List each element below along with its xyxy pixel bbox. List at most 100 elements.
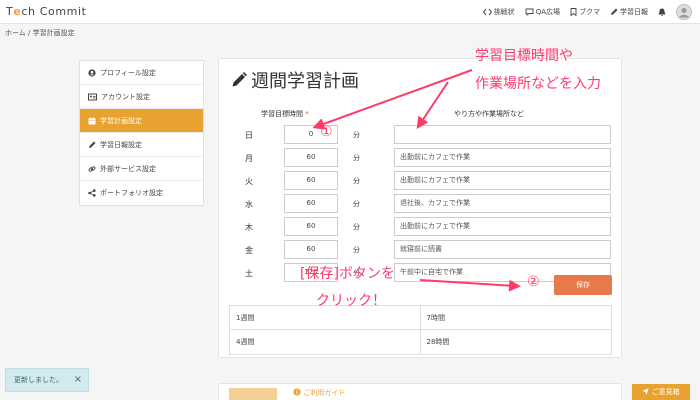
study-plan-card: 週間学習計画 学習目標時間 * やり方や作業場所など 日 0 分 月 60 分 … bbox=[218, 58, 622, 358]
code-icon bbox=[482, 8, 492, 16]
table-row: 1週間 7時間 bbox=[230, 306, 611, 330]
place-input[interactable] bbox=[394, 125, 611, 144]
hours-input[interactable]: 60 bbox=[284, 217, 338, 236]
annotation-save-line1: [保存]ボタンを bbox=[300, 266, 395, 282]
bookmark-icon bbox=[570, 8, 577, 16]
annotation-input-line2: 作業場所などを入力 bbox=[475, 76, 601, 92]
toast-notification: 更新しました。 × bbox=[5, 368, 89, 392]
user-icon bbox=[88, 68, 96, 77]
id-card-icon bbox=[88, 93, 97, 100]
settings-sidebar: プロフィール設定 アカウント設定 学習計画設定 学習日報設定 外部サービス設定 … bbox=[79, 60, 204, 206]
guide-title[interactable]: ご利用ガイド bbox=[293, 388, 345, 398]
nav-qa[interactable]: QA広場 bbox=[525, 4, 560, 20]
sidebar-item-label: 学習計画設定 bbox=[100, 116, 142, 125]
place-input[interactable]: 出勤前にカフェで作業 bbox=[394, 148, 611, 167]
nav-challenge-label: 挑戦状 bbox=[493, 8, 515, 16]
sidebar-item-profile[interactable]: プロフィール設定 bbox=[80, 61, 203, 85]
unit-label: 分 bbox=[353, 246, 360, 254]
pencil-icon bbox=[232, 72, 247, 87]
day-label: 火 bbox=[245, 177, 253, 186]
sidebar-item-label: ポートフォリオ設定 bbox=[100, 189, 163, 197]
sidebar-item-study-plan[interactable]: 学習計画設定 bbox=[80, 109, 203, 133]
nav-report[interactable]: 学習日報 bbox=[610, 4, 648, 20]
annotation-step-2: ② bbox=[527, 274, 540, 290]
plan-row-wednesday: 水 60 分 退社後、カフェで作業 bbox=[219, 194, 623, 214]
send-icon bbox=[642, 388, 650, 395]
unit-label: 分 bbox=[353, 200, 360, 208]
hours-input[interactable]: 60 bbox=[284, 171, 338, 190]
summary-total: 28時間 bbox=[426, 338, 450, 346]
nav-report-label: 学習日報 bbox=[620, 8, 648, 16]
table-row: 4週間 28時間 bbox=[230, 330, 611, 354]
page-title: 週間学習計画 bbox=[231, 67, 359, 93]
sidebar-item-label: 外部サービス設定 bbox=[100, 164, 156, 173]
plan-row-tuesday: 火 60 分 出勤前にカフェで作業 bbox=[219, 171, 623, 191]
feedback-button[interactable]: ご意見箱 bbox=[632, 384, 690, 400]
info-icon bbox=[293, 388, 301, 396]
plan-row-sunday: 日 0 分 bbox=[219, 125, 623, 145]
annotation-save-line2: クリック！ bbox=[316, 293, 386, 309]
place-input[interactable]: 就寝前に読書 bbox=[394, 240, 611, 259]
plan-row-thursday: 木 60 分 出勤前にカフェで作業 bbox=[219, 217, 623, 237]
nav-qa-label: QA広場 bbox=[535, 8, 560, 16]
guide-card: ご利用ガイド bbox=[218, 383, 622, 400]
pencil-icon bbox=[89, 141, 96, 148]
day-label: 日 bbox=[245, 131, 253, 140]
place-input[interactable]: 出勤前にカフェで作業 bbox=[394, 171, 611, 190]
sidebar-item-daily-report[interactable]: 学習日報設定 bbox=[80, 133, 203, 157]
nav-challenge[interactable]: 挑戦状 bbox=[482, 4, 515, 20]
hours-input[interactable]: 60 bbox=[284, 240, 338, 259]
guide-illustration bbox=[229, 388, 277, 400]
sidebar-item-label: プロフィール設定 bbox=[100, 68, 156, 77]
plan-row-monday: 月 60 分 出勤前にカフェで作業 bbox=[219, 148, 623, 168]
feedback-button-label: ご意見箱 bbox=[651, 388, 680, 396]
unit-label: 分 bbox=[353, 177, 360, 185]
day-label: 金 bbox=[245, 246, 253, 255]
column-header-hours: 学習目標時間 * bbox=[261, 109, 309, 119]
top-nav: 挑戦状 QA広場 ブクマ 学習日報 bbox=[473, 4, 692, 20]
nav-bookmark-label: ブクマ bbox=[579, 8, 600, 16]
sidebar-item-portfolio[interactable]: ポートフォリオ設定 bbox=[80, 181, 203, 205]
bell-icon bbox=[658, 8, 666, 16]
nav-bookmark[interactable]: ブクマ bbox=[570, 4, 600, 20]
sidebar-item-external-services[interactable]: 外部サービス設定 bbox=[80, 157, 203, 181]
day-label: 木 bbox=[245, 223, 253, 232]
day-label: 月 bbox=[245, 154, 253, 163]
pencil-icon bbox=[611, 8, 618, 15]
sidebar-item-account[interactable]: アカウント設定 bbox=[80, 85, 203, 109]
save-button[interactable]: 保存 bbox=[554, 275, 612, 295]
link-icon bbox=[88, 165, 96, 172]
place-input[interactable]: 退社後、カフェで作業 bbox=[394, 194, 611, 213]
column-header-place: やり方や作業場所など bbox=[454, 110, 524, 118]
logo[interactable]: Tech Commit bbox=[6, 5, 87, 18]
top-navbar: Tech Commit 挑戦状 QA広場 ブクマ 学習日報 bbox=[0, 0, 700, 24]
chat-icon bbox=[525, 8, 534, 16]
annotation-step-1: ① bbox=[320, 124, 333, 140]
toast-close-button[interactable]: × bbox=[74, 369, 82, 391]
unit-label: 分 bbox=[353, 223, 360, 231]
summary-period: 4週間 bbox=[230, 330, 421, 354]
sidebar-item-label: アカウント設定 bbox=[101, 92, 150, 101]
place-input[interactable]: 出勤前にカフェで作業 bbox=[394, 217, 611, 236]
guide-title-text: ご利用ガイド bbox=[303, 389, 346, 397]
avatar[interactable] bbox=[676, 4, 692, 20]
summary-table: 1週間 7時間 4週間 28時間 bbox=[229, 305, 612, 355]
plan-row-friday: 金 60 分 就寝前に読書 bbox=[219, 240, 623, 260]
breadcrumb: ホーム / 学習計画設定 bbox=[5, 29, 75, 37]
user-avatar-icon bbox=[679, 8, 689, 18]
column-header-hours-label: 学習目標時間 bbox=[261, 110, 303, 118]
annotation-input-line1: 学習目標時間や bbox=[475, 48, 573, 64]
page-title-text: 週間学習計画 bbox=[251, 71, 359, 92]
day-label: 水 bbox=[245, 200, 253, 209]
notification-bell[interactable] bbox=[658, 4, 668, 20]
hours-input[interactable]: 60 bbox=[284, 194, 338, 213]
hours-input[interactable]: 60 bbox=[284, 148, 338, 167]
unit-label: 分 bbox=[353, 154, 360, 162]
day-label: 土 bbox=[245, 269, 253, 278]
share-icon bbox=[88, 189, 96, 197]
calendar-icon bbox=[88, 116, 96, 124]
sidebar-item-label: 学習日報設定 bbox=[100, 140, 142, 149]
logo-text-rest: ch Commit bbox=[21, 5, 87, 18]
unit-label: 分 bbox=[353, 131, 360, 139]
required-mark: * bbox=[305, 110, 309, 118]
